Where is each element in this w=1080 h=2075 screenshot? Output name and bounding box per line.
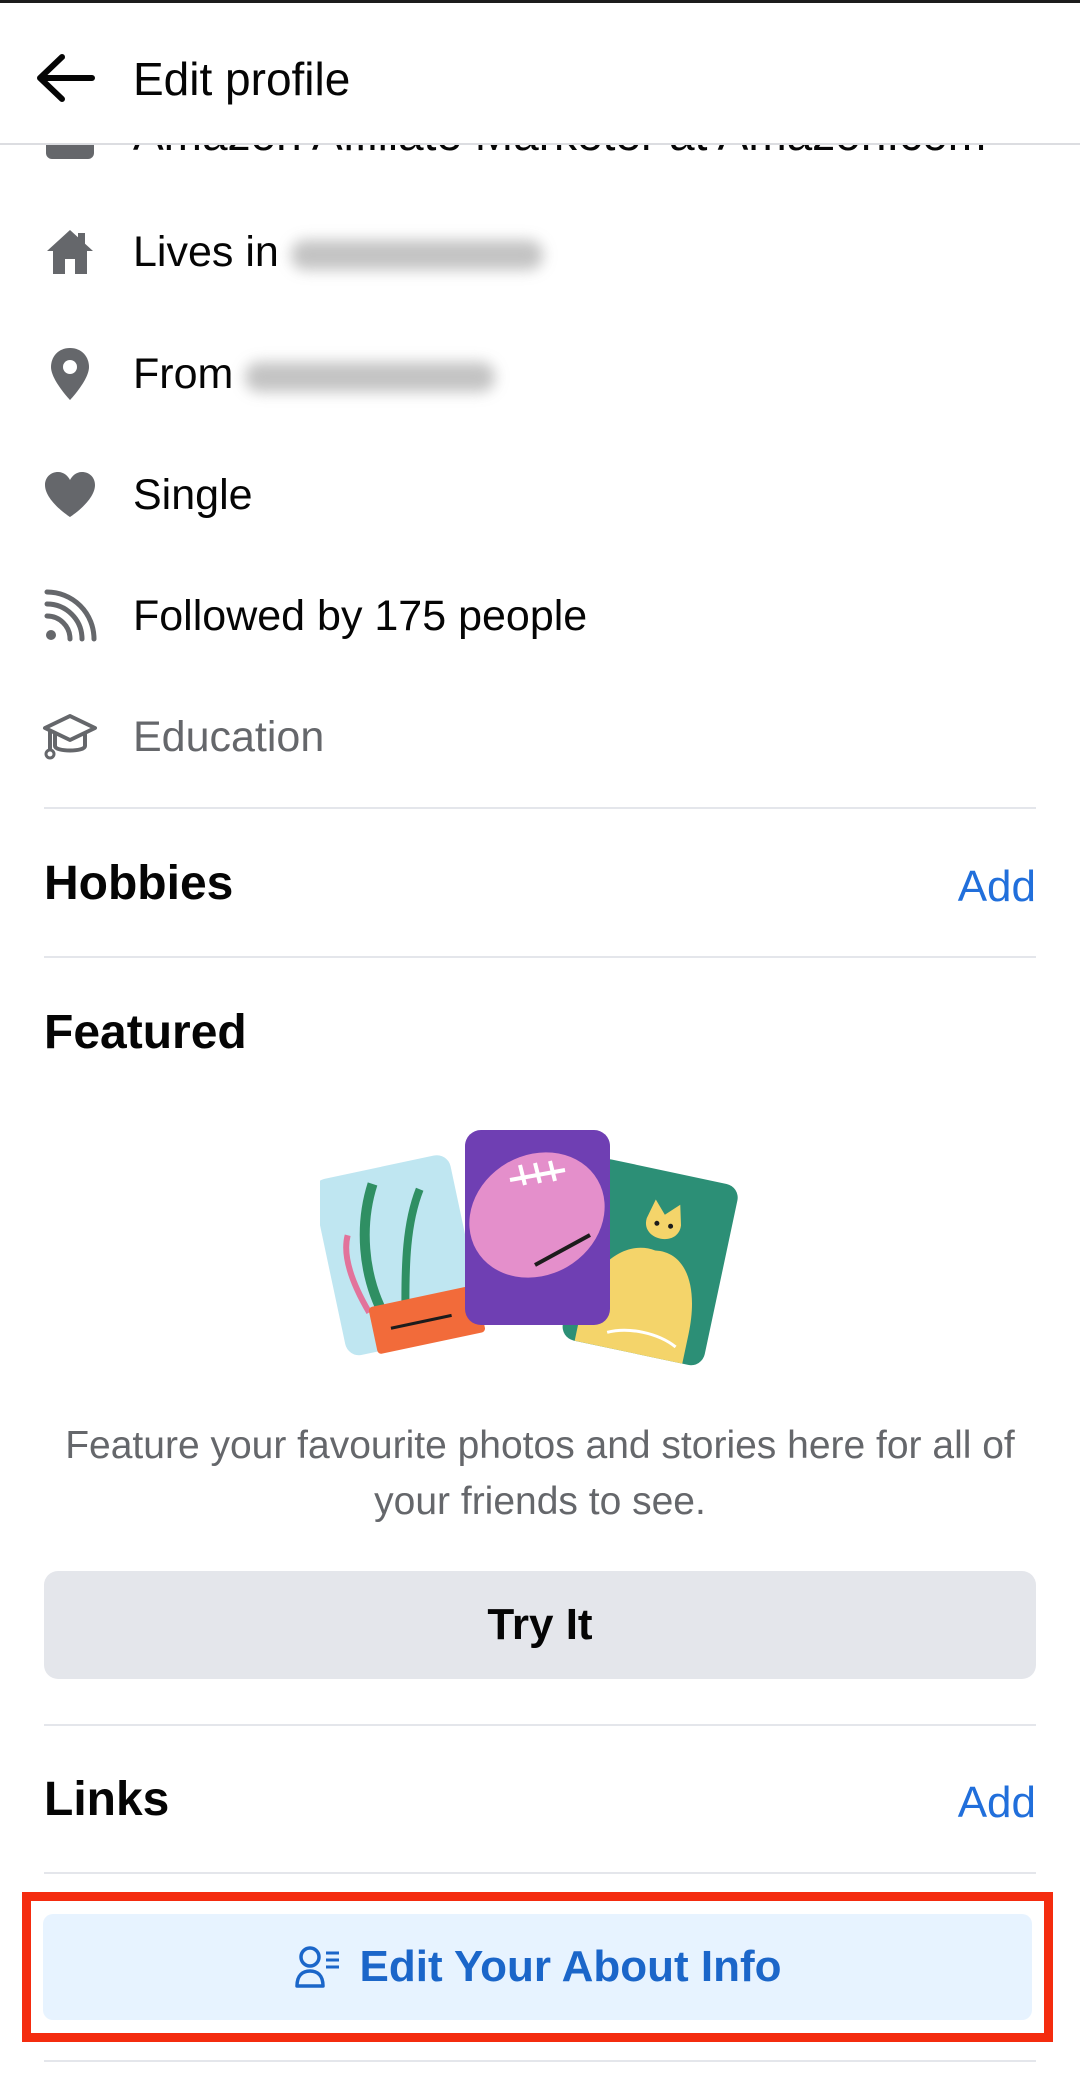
divider	[44, 807, 1036, 809]
from-label: From	[133, 346, 496, 402]
lives-in-label: Lives in	[133, 224, 543, 280]
education-row[interactable]: Education	[0, 697, 1080, 777]
hobbies-add-button[interactable]: Add	[958, 857, 1036, 917]
graduation-cap-icon	[40, 707, 100, 767]
redacted-city	[290, 239, 543, 270]
redacted-hometown	[245, 361, 496, 392]
hobbies-title: Hobbies	[44, 857, 234, 910]
location-pin-icon	[40, 344, 100, 404]
workplace-label: Amazon Affiliate Marketer at Amazon.com	[133, 145, 986, 159]
education-label: Education	[133, 713, 325, 761]
divider	[44, 1724, 1036, 1726]
lives-in-prefix: Lives in	[133, 228, 279, 276]
from-row: From	[0, 334, 1080, 414]
links-add-button[interactable]: Add	[958, 1773, 1036, 1833]
featured-title: Featured	[44, 1006, 247, 1059]
workplace-row-partial: Amazon Affiliate Marketer at Amazon.com	[0, 145, 1080, 159]
house-icon	[40, 222, 100, 282]
links-title: Links	[44, 1773, 170, 1826]
followers-label: Followed by 175 people	[133, 592, 588, 640]
arrow-left-icon	[37, 54, 95, 102]
try-it-button[interactable]: Try It	[44, 1571, 1036, 1679]
from-prefix: From	[133, 350, 234, 398]
relationship-row: Single	[0, 455, 1080, 535]
lives-in-row: Lives in	[0, 212, 1080, 292]
edit-about-info-button[interactable]: Edit Your About Info	[43, 1914, 1032, 2020]
followers-row: Followed by 175 people	[0, 576, 1080, 656]
app-header: Edit profile	[0, 3, 1080, 145]
rss-feed-icon	[40, 586, 100, 646]
person-list-icon	[294, 1946, 339, 1988]
edit-about-info-label: Edit Your About Info	[359, 1942, 782, 1991]
divider	[44, 1872, 1036, 1874]
page-title: Edit profile	[133, 53, 351, 105]
heart-icon	[40, 465, 100, 525]
divider	[44, 956, 1036, 958]
featured-description: Feature your favourite photos and storie…	[65, 1424, 1015, 1523]
featured-illustration	[313, 1125, 760, 1385]
briefcase-icon	[46, 145, 94, 159]
back-button[interactable]	[30, 43, 100, 113]
highlight-box: Edit Your About Info	[22, 1892, 1053, 2042]
relationship-label: Single	[133, 471, 253, 519]
divider	[44, 2060, 1036, 2062]
